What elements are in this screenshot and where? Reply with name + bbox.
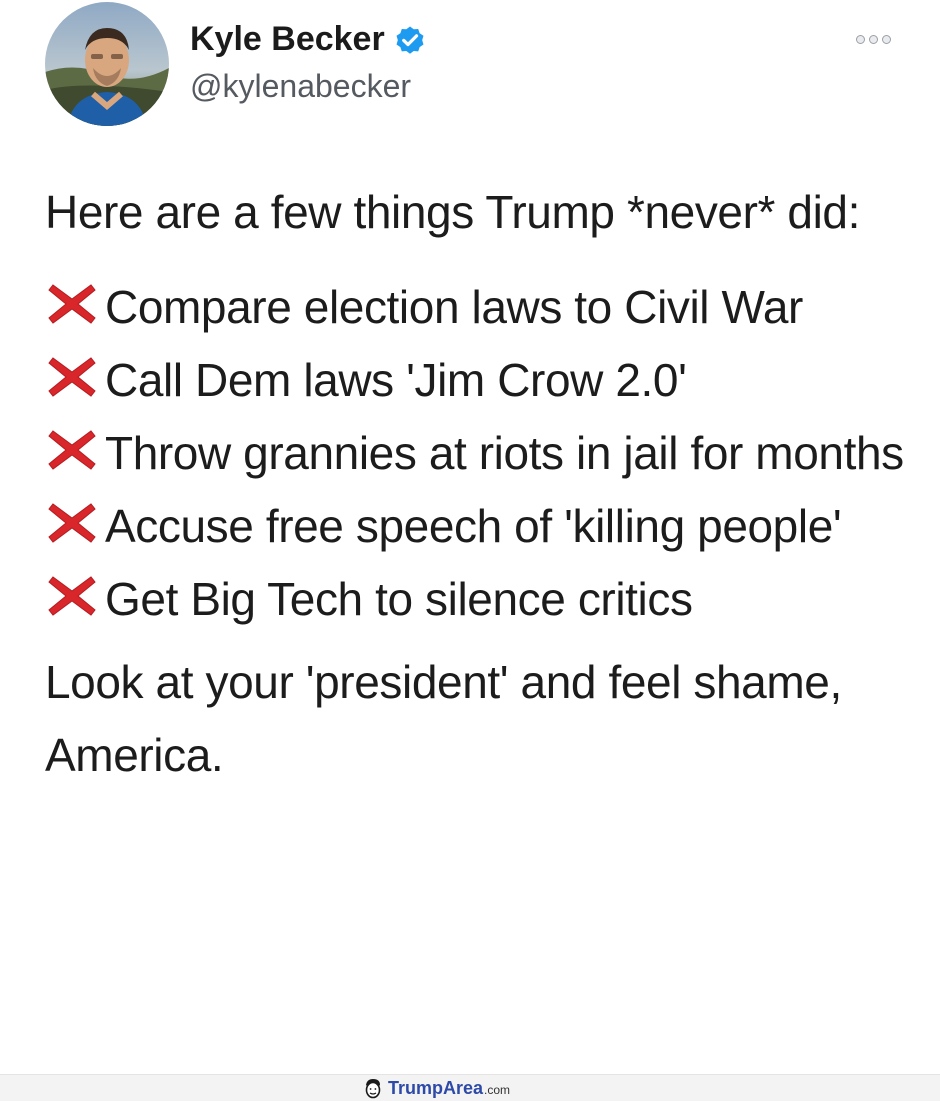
avatar-image: [45, 2, 169, 126]
red-x-icon: [48, 503, 96, 543]
red-x-icon: [48, 357, 96, 397]
red-x-icon: [48, 284, 96, 324]
avatar[interactable]: [45, 2, 169, 126]
list-item: Compare election laws to Civil War: [45, 271, 915, 344]
list-item-text: Get Big Tech to silence critics: [105, 573, 693, 625]
watermark-name: TrumpArea: [388, 1077, 484, 1098]
list-item: Get Big Tech to silence critics: [45, 563, 915, 636]
red-x-icon: [48, 576, 96, 616]
watermark-bar: TrumpArea .com: [0, 1074, 940, 1101]
tweet-card: Kyle Becker @kylenabecker Here are a few…: [0, 0, 940, 1074]
tweet-body: Here are a few things Trump *never* did:…: [45, 176, 915, 792]
list-item: Call Dem laws 'Jim Crow 2.0': [45, 344, 915, 417]
more-dot: [856, 35, 865, 44]
list-item-text: Throw grannies at riots in jail for mont…: [105, 427, 904, 479]
face-logo-icon: [365, 1079, 381, 1099]
author-name-row[interactable]: Kyle Becker: [190, 20, 427, 59]
list-item-text: Accuse free speech of 'killing people': [105, 500, 842, 552]
more-dot: [882, 35, 891, 44]
verified-badge-icon: [393, 23, 427, 57]
tweet-list: Compare election laws to Civil War Call …: [45, 271, 915, 636]
watermark-tld: .com: [484, 1083, 511, 1097]
list-item: Accuse free speech of 'killing people': [45, 490, 915, 563]
list-item-text: Call Dem laws 'Jim Crow 2.0': [105, 354, 687, 406]
tweet-intro: Here are a few things Trump *never* did:: [45, 186, 860, 238]
tweet-closing: Look at your 'president' and feel shame,…: [45, 656, 842, 781]
list-item: Throw grannies at riots in jail for mont…: [45, 417, 915, 490]
more-options-icon[interactable]: [856, 35, 891, 44]
author-name[interactable]: Kyle Becker: [190, 20, 385, 59]
red-x-icon: [48, 430, 96, 470]
more-dot: [869, 35, 878, 44]
list-item-text: Compare election laws to Civil War: [105, 281, 803, 333]
author-handle[interactable]: @kylenabecker: [190, 68, 411, 105]
watermark[interactable]: TrumpArea .com: [362, 1077, 510, 1099]
